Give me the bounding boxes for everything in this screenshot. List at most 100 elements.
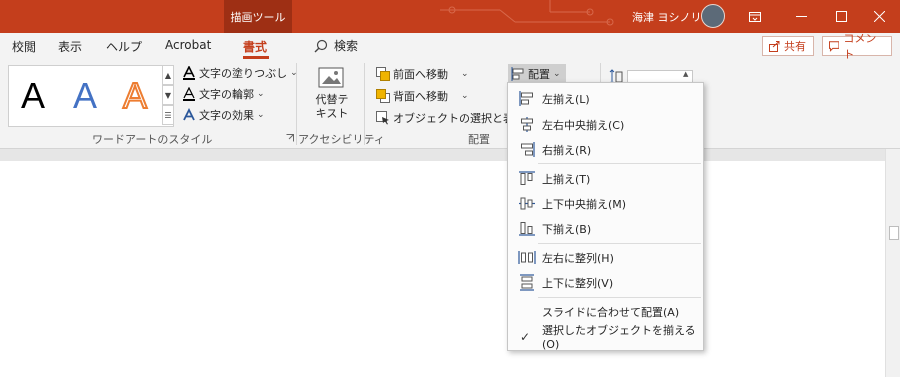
group-label-arrange: 配置 (468, 133, 490, 146)
menu-item-label: 左揃え(L) (542, 92, 590, 106)
text-outline-icon (183, 87, 195, 101)
menu-item-align-left[interactable]: 左揃え(L) (508, 86, 703, 111)
text-fill-button[interactable]: 文字の塗りつぶし ⌄ (182, 65, 298, 81)
maximize-icon (835, 11, 847, 22)
chevron-down-icon: ⌄ (257, 89, 265, 99)
alt-text-image-icon (318, 67, 344, 88)
arrange-dropdown-button[interactable]: 配置 ⌄ (508, 64, 566, 84)
bring-forward-icon (376, 67, 390, 81)
ribbon: A A A ▲ ▼ ☰ 文字の塗りつぶし ⌄ 文字の輪郭 ⌄ 文字の効果 ⌄ ワ… (0, 59, 900, 148)
align-middle-icon (519, 197, 535, 210)
menu-item-align-center[interactable]: 左右中央揃え(C) (508, 112, 703, 137)
menu-item-distribute-horizontally[interactable]: 左右に整列(H) (508, 245, 703, 270)
menu-item-label: 上下中央揃え(M) (542, 197, 627, 211)
close-icon (873, 11, 885, 22)
gallery-scroll-up-button[interactable]: ▲ (162, 65, 174, 85)
align-dropdown-menu: 左揃え(L) 左右中央揃え(C) 右揃え(R) 上揃え(T) 上下中央揃え(M)… (507, 82, 704, 351)
send-backward-button[interactable]: 背面へ移動 ⌄ (376, 88, 469, 104)
spinner-up-icon[interactable]: ▲ (683, 70, 688, 78)
menu-item-align-top[interactable]: 上揃え(T) (508, 166, 703, 191)
send-backward-label: 背面へ移動 (393, 90, 448, 103)
menu-item-label: 左右に整列(H) (542, 251, 614, 265)
selection-pane-button[interactable]: オブジェクトの選択と表示 (376, 110, 525, 126)
chevron-down-icon: ⌄ (553, 69, 561, 79)
menu-item-align-middle[interactable]: 上下中央揃え(M) (508, 191, 703, 216)
comment-button[interactable]: コメント (822, 32, 892, 61)
text-fill-label: 文字の塗りつぶし (199, 67, 288, 80)
share-label: 共有 (784, 40, 806, 53)
user-name[interactable]: 海津 ヨシノリ (632, 9, 702, 25)
menu-separator (538, 297, 701, 298)
menu-item-align-selected-objects[interactable]: ✓ 選択したオブジェクトを揃える(O) (508, 324, 703, 351)
menu-separator (538, 243, 701, 244)
text-effects-label: 文字の効果 (199, 109, 254, 122)
comment-icon (829, 40, 840, 52)
menu-item-label: スライドに合わせて配置(A) (542, 305, 680, 319)
gallery-scroll-down-button[interactable]: ▼ (162, 85, 174, 105)
vertical-scrollbar[interactable] (885, 149, 900, 377)
alt-text-button[interactable]: 代替テ キスト (310, 65, 354, 121)
arrange-label: 配置 (528, 68, 550, 81)
dialog-launcher-icon[interactable] (286, 134, 294, 142)
close-button[interactable] (856, 0, 900, 33)
comment-label: コメント (843, 32, 877, 61)
menu-item-align-to-slide[interactable]: スライドに合わせて配置(A) (508, 299, 703, 324)
drawing-tools-context-tab[interactable]: 描画ツール (224, 0, 292, 33)
search-icon (314, 39, 328, 52)
align-right-icon (521, 142, 535, 157)
tab-acrobat[interactable]: Acrobat (165, 38, 211, 52)
avatar[interactable] (701, 4, 725, 28)
gallery-scroll-buttons: ▲ ▼ ☰ (162, 65, 174, 127)
menu-item-label: 下揃え(B) (542, 222, 592, 236)
alt-text-label-line1: 代替テ (315, 93, 349, 106)
menu-item-distribute-vertically[interactable]: 上下に整列(V) (508, 270, 703, 295)
menu-item-align-bottom[interactable]: 下揃え(B) (508, 216, 703, 241)
alt-text-label-line2: キスト (315, 107, 349, 120)
menu-item-label: 選択したオブジェクトを揃える(O) (542, 324, 696, 351)
wordart-style-black[interactable]: A (21, 76, 45, 116)
chevron-down-icon: ⌄ (461, 69, 469, 79)
search-label: 検索 (334, 39, 359, 53)
bring-forward-label: 前面へ移動 (393, 68, 448, 81)
share-button[interactable]: 共有 (762, 36, 814, 56)
text-effects-icon (183, 108, 195, 121)
tab-help[interactable]: ヘルプ (106, 38, 142, 55)
slide-canvas[interactable] (0, 161, 885, 377)
checkmark-icon: ✓ (520, 329, 531, 344)
bring-forward-button[interactable]: 前面へ移動 ⌄ (376, 66, 469, 82)
selection-pane-label: オブジェクトの選択と表示 (393, 112, 525, 125)
menu-item-align-right[interactable]: 右揃え(R) (508, 137, 703, 162)
menu-item-label: 上揃え(T) (542, 172, 591, 186)
send-backward-icon (376, 89, 390, 103)
text-effects-button[interactable]: 文字の効果 ⌄ (182, 107, 265, 123)
align-bottom-icon (519, 222, 535, 236)
group-label-accessibility: アクセシビリティ (298, 133, 385, 146)
tab-format[interactable]: 書式 (243, 38, 267, 55)
distribute-vertically-icon (520, 274, 534, 291)
tab-view[interactable]: 表示 (58, 38, 82, 55)
wordart-style-gallery[interactable]: A A A (8, 65, 174, 127)
align-center-icon (521, 117, 533, 132)
wordart-style-orange-outline[interactable]: A (122, 75, 148, 117)
text-outline-label: 文字の輪郭 (199, 88, 254, 101)
title-bar: 描画ツール 海津 ヨシノリ (0, 0, 900, 33)
selection-pane-icon (376, 111, 389, 125)
minimize-icon (795, 16, 807, 17)
tab-review[interactable]: 校閲 (12, 38, 36, 55)
text-fill-icon (183, 66, 195, 80)
search-box[interactable]: 検索 (314, 37, 358, 54)
share-icon (769, 40, 780, 52)
text-outline-button[interactable]: 文字の輪郭 ⌄ (182, 86, 265, 102)
menu-item-label: 上下に整列(V) (542, 276, 614, 290)
chevron-down-icon: ⌄ (461, 91, 469, 101)
menu-item-label: 右揃え(R) (542, 143, 592, 157)
ribbon-display-options-button[interactable] (732, 0, 778, 33)
wordart-style-blue[interactable]: A (73, 76, 97, 116)
ribbon-tab-row: 校閲 表示 ヘルプ Acrobat 書式 検索 共有 コメント (0, 32, 900, 61)
gallery-more-button[interactable]: ☰ (162, 105, 174, 125)
ribbon-display-icon (749, 11, 761, 22)
menu-separator (538, 163, 701, 164)
group-label-wordart-styles: ワードアートのスタイル (92, 133, 213, 146)
scrollbar-thumb[interactable] (889, 226, 899, 240)
group-separator (364, 63, 365, 145)
